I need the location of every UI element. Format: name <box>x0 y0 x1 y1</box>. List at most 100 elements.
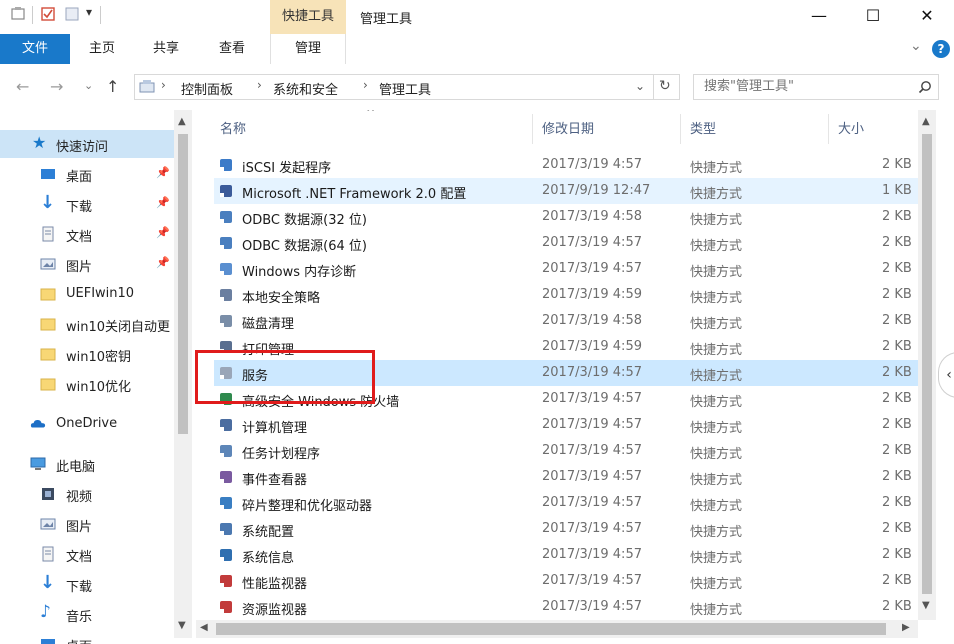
scroll-down-icon[interactable]: ▼ <box>922 600 930 611</box>
nav-item-folder[interactable]: win10密钥 <box>0 340 174 368</box>
file-list-scrollbar-thumb[interactable] <box>922 134 932 594</box>
column-header-size[interactable]: 大小 <box>838 118 864 137</box>
nav-pc-pictures[interactable]: 图片 <box>0 510 174 538</box>
tab-file[interactable]: 文件 <box>0 34 70 64</box>
nav-pc-music[interactable]: ♪ 音乐 <box>0 600 174 628</box>
shortcut-icon <box>220 237 232 249</box>
properties-icon[interactable] <box>10 6 26 22</box>
scroll-up-icon[interactable]: ▲ <box>922 116 930 127</box>
file-date: 2017/3/19 4:57 <box>542 469 642 484</box>
file-row[interactable]: ODBC 数据源(64 位) 2017/3/19 4:57 快捷方式 2 KB <box>214 230 936 256</box>
file-row[interactable]: Windows 内存诊断 2017/3/19 4:57 快捷方式 2 KB <box>214 256 936 282</box>
breadcrumb-separator[interactable]: › <box>257 78 262 92</box>
nav-item-desktop[interactable]: 桌面 📌 <box>0 160 174 188</box>
file-date: 2017/3/19 4:57 <box>542 261 642 276</box>
side-panel-handle-icon[interactable]: ‹ <box>938 352 954 398</box>
back-arrow-icon[interactable]: ← <box>16 77 29 96</box>
file-row[interactable]: 系统配置 2017/3/19 4:57 快捷方式 2 KB <box>214 516 936 542</box>
horizontal-scrollbar-thumb[interactable] <box>216 623 886 635</box>
file-row[interactable]: 资源监视器 2017/3/19 4:57 快捷方式 2 KB <box>214 594 936 620</box>
recent-dropdown-icon[interactable]: ⌄ <box>84 79 93 92</box>
file-row[interactable]: Microsoft .NET Framework 2.0 配置 2017/9/19… <box>214 178 936 204</box>
nav-this-pc[interactable]: 此电脑 <box>0 450 174 478</box>
file-row[interactable]: 任务计划程序 2017/3/19 4:57 快捷方式 2 KB <box>214 438 936 464</box>
column-header-date[interactable]: 修改日期 <box>542 118 594 137</box>
nav-pc-videos[interactable]: 视频 <box>0 480 174 508</box>
nav-label: UEFIwin10 <box>66 286 135 301</box>
address-dropdown-icon[interactable]: ⌄ <box>635 79 645 93</box>
nav-quick-access[interactable]: ★ 快速访问 <box>0 130 174 158</box>
file-name: ODBC 数据源(64 位) <box>242 239 367 254</box>
close-button[interactable]: ✕ <box>900 0 954 32</box>
nav-scrollbar-thumb[interactable] <box>178 134 188 434</box>
file-type: 快捷方式 <box>690 577 743 592</box>
file-row[interactable]: 系统信息 2017/3/19 4:57 快捷方式 2 KB <box>214 542 936 568</box>
tab-view[interactable]: 查看 <box>208 34 256 64</box>
search-input[interactable] <box>702 78 916 95</box>
maximize-button[interactable]: ☐ <box>846 0 900 32</box>
help-icon[interactable]: ? <box>932 40 950 58</box>
file-row[interactable]: 事件查看器 2017/3/19 4:57 快捷方式 2 KB <box>214 464 936 490</box>
tab-manage[interactable]: 管理 <box>270 34 346 64</box>
column-divider[interactable] <box>532 114 533 144</box>
column-header-type[interactable]: 类型 <box>690 118 716 137</box>
file-row[interactable]: 性能监视器 2017/3/19 4:57 快捷方式 2 KB <box>214 568 936 594</box>
forward-arrow-icon[interactable]: → <box>50 77 63 96</box>
file-date: 2017/3/19 4:57 <box>542 521 642 536</box>
file-row[interactable]: iSCSI 发起程序 2017/3/19 4:57 快捷方式 2 KB <box>214 152 936 178</box>
up-arrow-icon[interactable]: ↑ <box>106 77 119 96</box>
minimize-button[interactable]: — <box>792 0 846 32</box>
column-header-name[interactable]: 名称 <box>220 118 246 137</box>
tab-share[interactable]: 共享 <box>142 34 190 64</box>
shortcut-icon <box>220 575 232 587</box>
breadcrumb-admin-tools[interactable]: 管理工具 <box>379 79 431 98</box>
nav-item-folder[interactable]: win10优化 <box>0 370 174 398</box>
check-icon[interactable] <box>40 6 56 22</box>
column-divider[interactable] <box>828 114 829 144</box>
tab-home[interactable]: 主页 <box>78 34 126 64</box>
file-row[interactable]: 本地安全策略 2017/3/19 4:59 快捷方式 2 KB <box>214 282 936 308</box>
nav-pc-desktop[interactable]: 桌面 <box>0 630 174 644</box>
file-row[interactable]: ODBC 数据源(32 位) 2017/3/19 4:58 快捷方式 2 KB <box>214 204 936 230</box>
scroll-right-icon[interactable]: ▶ <box>902 622 910 633</box>
nav-pc-downloads[interactable]: ↓ 下载 <box>0 570 174 598</box>
address-bar[interactable]: › 控制面板 › 系统和安全 › 管理工具 ⌄ ↻ <box>134 74 680 100</box>
download-arrow-icon: ↓ <box>40 572 56 593</box>
scroll-up-icon[interactable]: ▲ <box>178 116 186 127</box>
breadcrumb-separator[interactable]: › <box>363 78 368 92</box>
nav-scrollbar[interactable]: ▲ ▼ <box>174 110 192 638</box>
nav-item-documents[interactable]: 文档 📌 <box>0 220 174 248</box>
search-box[interactable] <box>693 74 939 100</box>
column-divider[interactable] <box>680 114 681 144</box>
file-type: 快捷方式 <box>690 499 743 514</box>
file-name: 磁盘清理 <box>242 317 295 332</box>
file-row[interactable]: 碎片整理和优化驱动器 2017/3/19 4:57 快捷方式 2 KB <box>214 490 936 516</box>
ribbon-expand-icon[interactable]: ⌄ <box>910 38 922 54</box>
horizontal-scrollbar[interactable]: ◀ ▶ <box>196 620 918 638</box>
file-type: 快捷方式 <box>690 213 743 228</box>
breadcrumb-separator[interactable]: › <box>161 78 166 92</box>
breadcrumb-control-panel[interactable]: 控制面板 <box>181 79 233 98</box>
file-name: ODBC 数据源(32 位) <box>242 213 367 228</box>
nav-onedrive[interactable]: OneDrive <box>0 410 174 438</box>
new-folder-icon[interactable] <box>64 6 80 22</box>
refresh-icon[interactable]: ↻ <box>659 78 671 94</box>
quick-access-dropdown-icon[interactable]: ▾ <box>86 5 92 19</box>
breadcrumb-system-security[interactable]: 系统和安全 <box>273 79 338 98</box>
video-icon <box>42 488 54 500</box>
scroll-left-icon[interactable]: ◀ <box>200 622 208 633</box>
search-icon[interactable] <box>918 80 932 94</box>
file-row[interactable]: 磁盘清理 2017/3/19 4:58 快捷方式 2 KB <box>214 308 936 334</box>
file-row[interactable]: 计算机管理 2017/3/19 4:57 快捷方式 2 KB <box>214 412 936 438</box>
file-list-scrollbar[interactable]: ▲ ▼ <box>918 110 936 620</box>
nav-pc-documents[interactable]: 文档 <box>0 540 174 568</box>
nav-item-folder[interactable]: win10关闭自动更 <box>0 310 174 338</box>
nav-item-folder[interactable]: UEFIwin10 <box>0 280 174 308</box>
document-icon <box>42 226 54 242</box>
nav-item-pictures[interactable]: 图片 📌 <box>0 250 174 278</box>
scroll-down-icon[interactable]: ▼ <box>178 620 186 631</box>
file-date: 2017/3/19 4:58 <box>542 313 642 328</box>
nav-label: win10优化 <box>66 380 132 395</box>
nav-item-downloads[interactable]: ↓ 下载 📌 <box>0 190 174 218</box>
file-name: Microsoft .NET Framework 2.0 配置 <box>242 187 467 202</box>
